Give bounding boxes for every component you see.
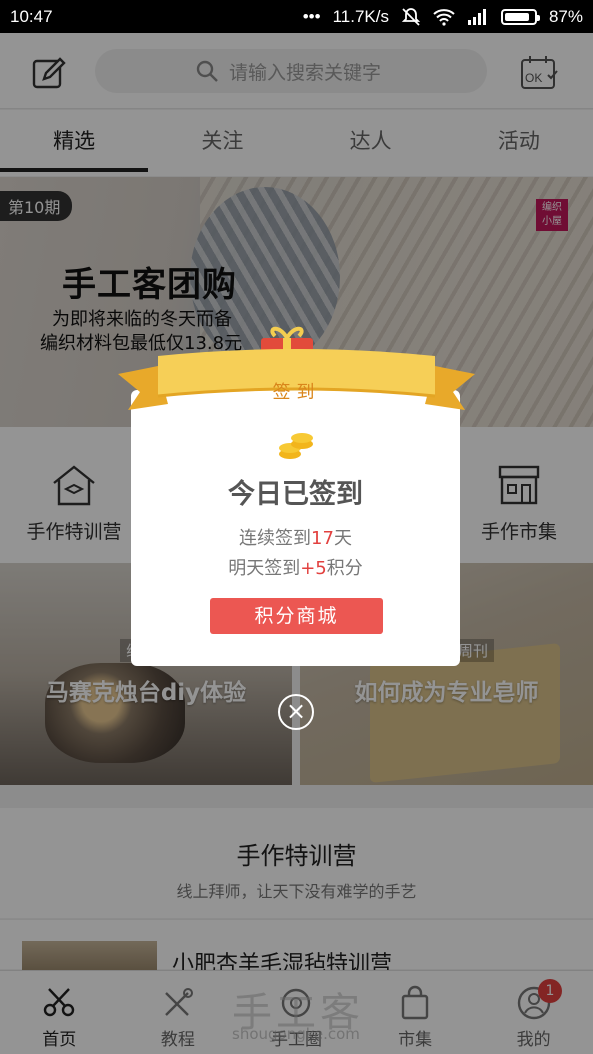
wifi-icon bbox=[433, 9, 455, 26]
mute-bell-icon bbox=[401, 8, 421, 26]
checkin-title: 今日已签到 bbox=[228, 479, 363, 510]
network-speed: 11.7K/s bbox=[332, 7, 389, 26]
more-dots-icon: ••• bbox=[302, 7, 321, 26]
battery-percent: 87% bbox=[548, 7, 583, 26]
status-bar: 10:47 ••• 11.7K/s 87% bbox=[0, 0, 593, 33]
battery-fill bbox=[504, 13, 530, 21]
status-indicators: ••• 11.7K/s 87% bbox=[303, 7, 583, 27]
tomorrow-points-text: 明天签到+5积分 bbox=[131, 554, 460, 580]
close-icon[interactable]: × bbox=[278, 694, 314, 730]
streak-prefix: 连续签到 bbox=[239, 528, 312, 549]
streak-suffix: 天 bbox=[333, 528, 352, 549]
tomorrow-points: +5 bbox=[300, 558, 327, 579]
battery-icon bbox=[500, 9, 540, 25]
ribbon-label: 签到 bbox=[272, 382, 321, 403]
status-time: 10:47 bbox=[10, 7, 53, 26]
signal-icon bbox=[467, 9, 486, 25]
streak-text: 连续签到17天 bbox=[131, 524, 460, 550]
coins-icon bbox=[279, 433, 313, 459]
points-mall-button[interactable]: 积分商城 bbox=[210, 598, 383, 634]
tomorrow-prefix: 明天签到 bbox=[228, 558, 301, 579]
streak-days: 17 bbox=[311, 528, 334, 549]
tomorrow-suffix: 积分 bbox=[326, 558, 363, 579]
